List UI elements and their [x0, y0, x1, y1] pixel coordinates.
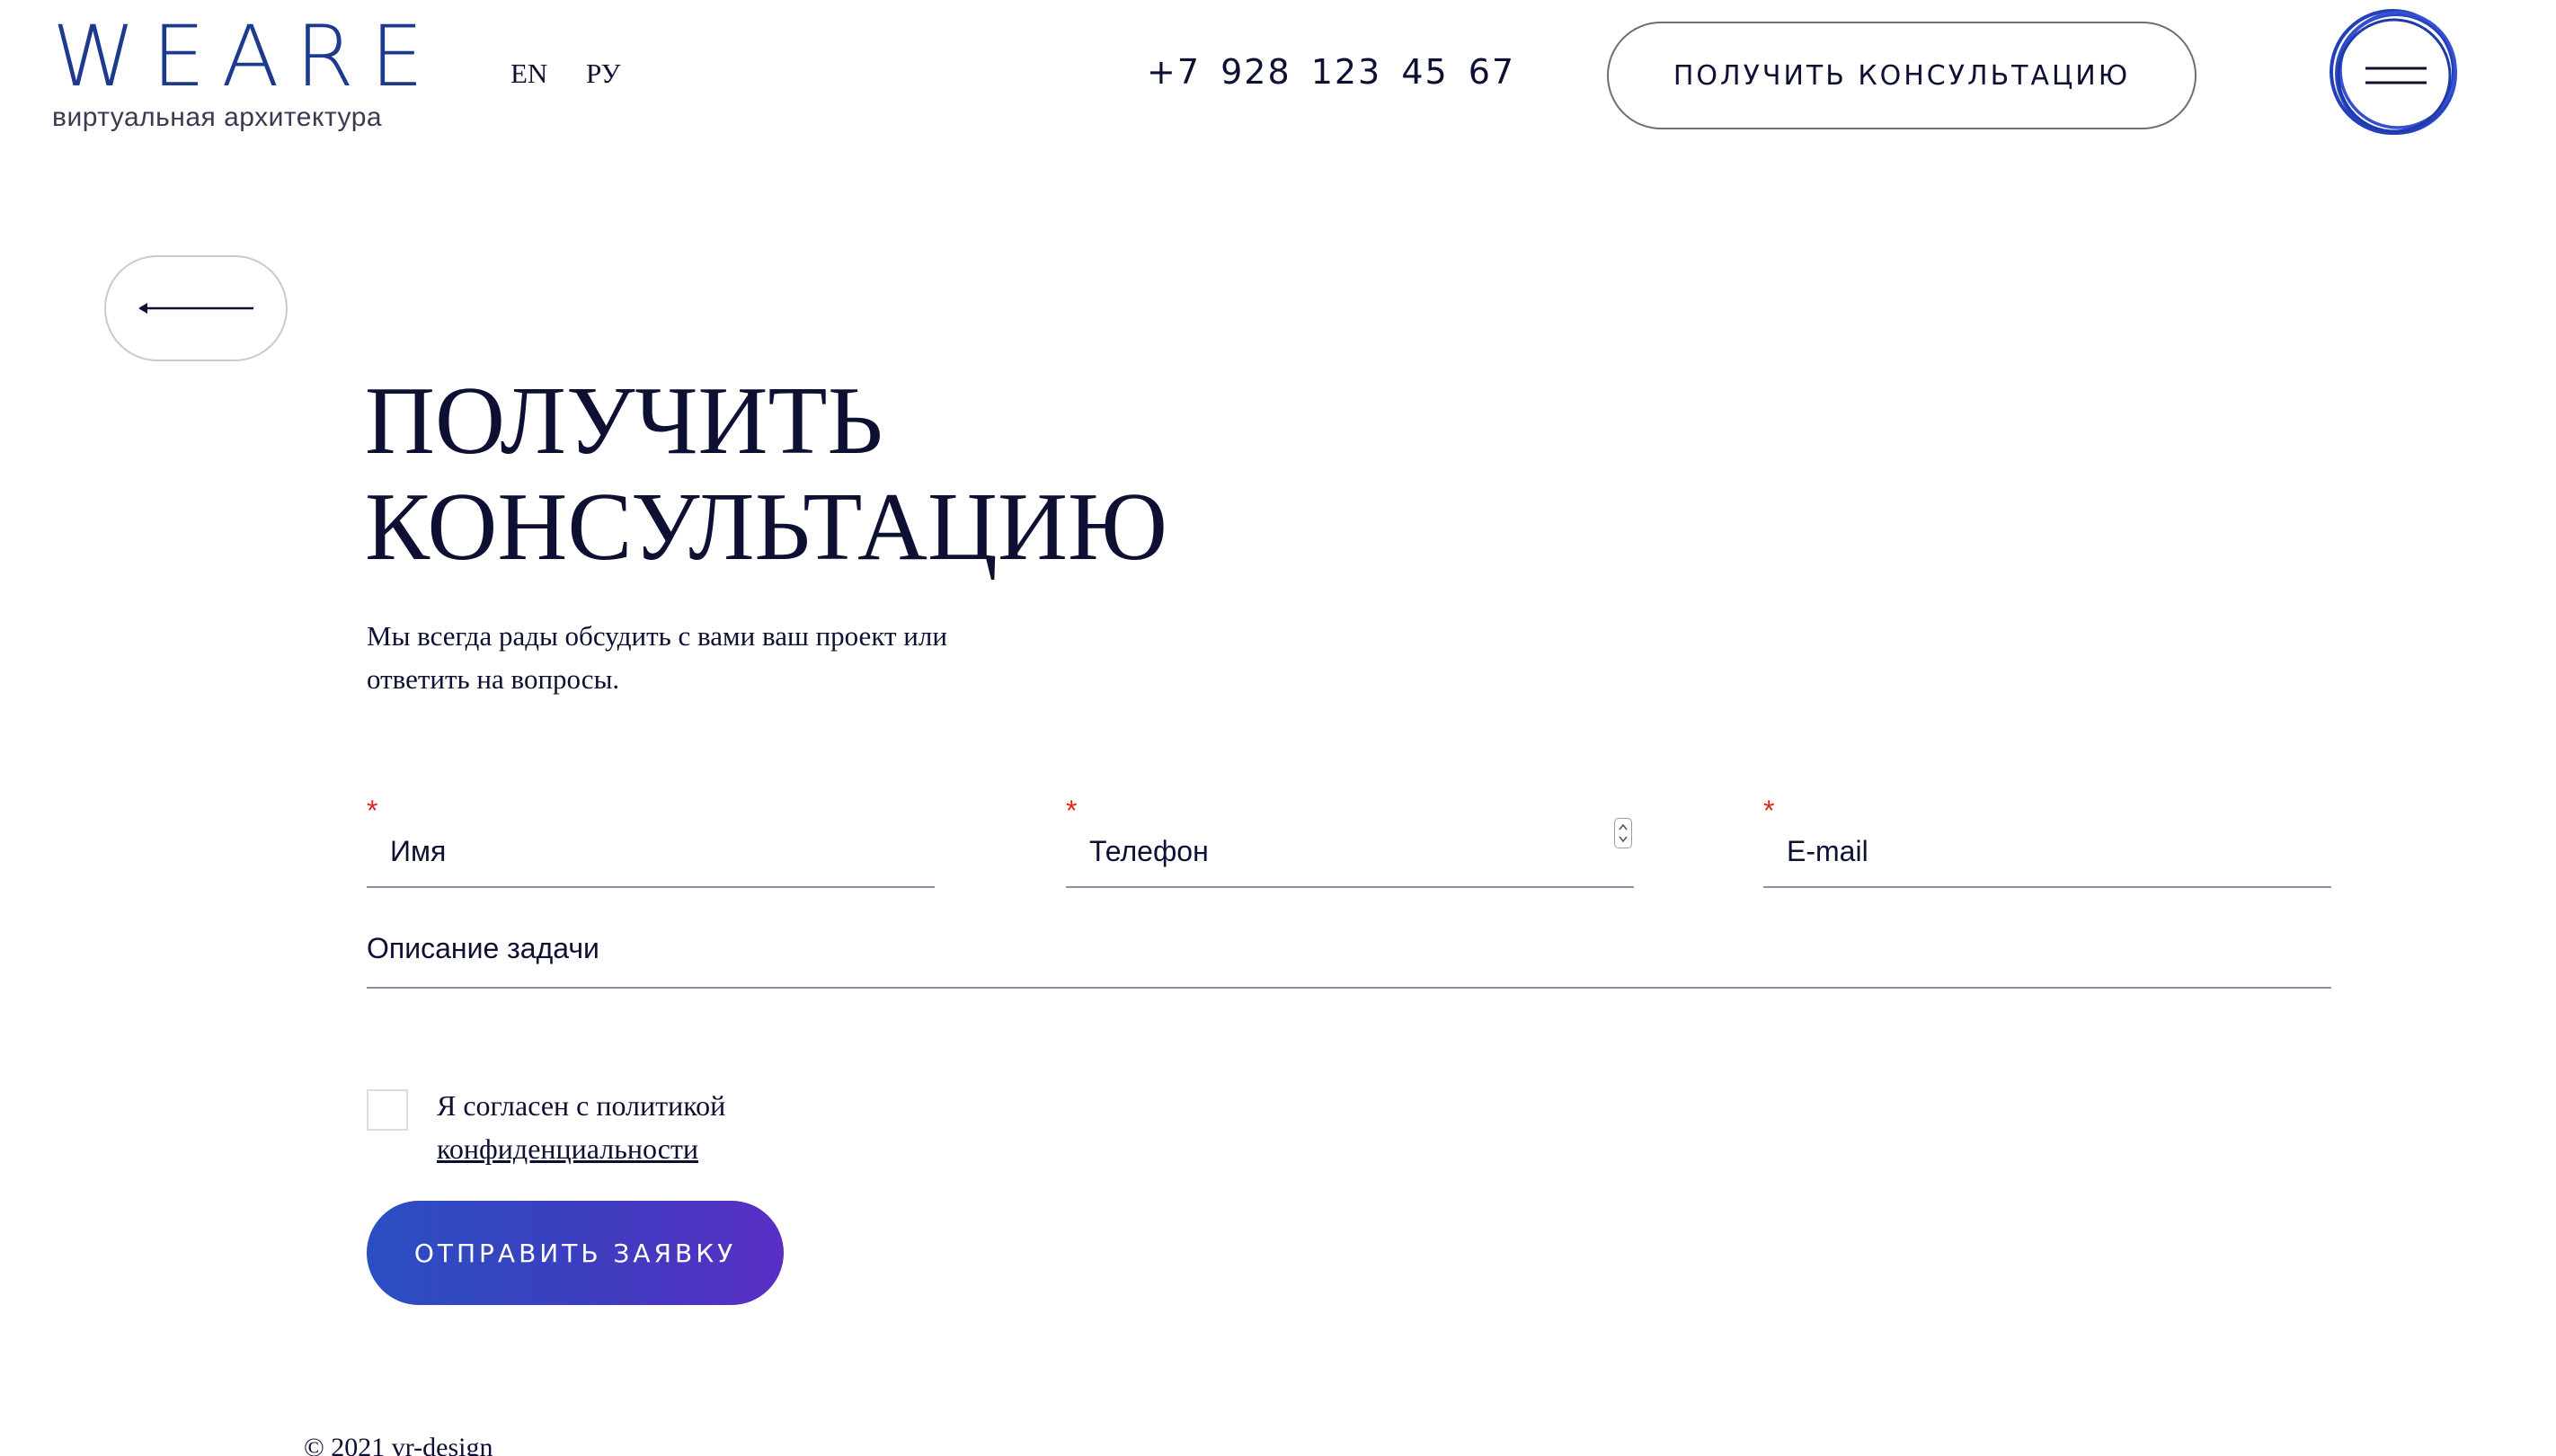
page-title-line1: ПОЛУЧИТЬ [365, 368, 883, 475]
logo-wordmark: WEARE [52, 8, 440, 106]
page-lead-text: Мы всегда рады обсудить с вами ваш проек… [367, 620, 947, 695]
description-input[interactable] [367, 893, 2331, 983]
burger-menu-icon [2330, 9, 2457, 135]
menu-button[interactable] [2326, 4, 2463, 140]
phone-input[interactable] [1066, 795, 1634, 884]
privacy-policy-link[interactable]: конфиденциальности [437, 1127, 725, 1170]
page-title-line2: КОНСУЛЬТАЦИЮ [365, 474, 1167, 581]
submit-button[interactable]: ОТПРАВИТЬ ЗАЯВКУ [367, 1201, 784, 1305]
arrow-left-icon [138, 303, 253, 314]
logo[interactable]: WEARE виртуальная архитектура [52, 8, 448, 133]
name-field: * [367, 795, 935, 888]
lang-ru-link[interactable]: РУ [586, 58, 620, 90]
back-button[interactable] [104, 255, 288, 361]
consent-label: Я согласен с политикой конфиденциальност… [437, 1084, 725, 1170]
name-input[interactable] [367, 795, 935, 884]
logo-tagline: виртуальная архитектура [52, 102, 383, 132]
email-field: * [1763, 795, 2331, 888]
footer-copyright: © 2021 vr-design [304, 1433, 493, 1456]
lang-en-link[interactable]: EN [510, 58, 547, 90]
description-field [367, 893, 2331, 989]
consent-text: Я согласен с политикой [437, 1089, 726, 1122]
page-title: ПОЛУЧИТЬ КОНСУЛЬТАЦИЮ [365, 368, 1167, 581]
email-input[interactable] [1763, 795, 2331, 884]
consent-checkbox[interactable] [367, 1089, 408, 1131]
phone-link[interactable]: +7 928 123 45 67 [1147, 52, 1515, 92]
number-spinner[interactable] [1614, 818, 1632, 848]
get-consultation-button[interactable]: ПОЛУЧИТЬ КОНСУЛЬТАЦИЮ [1607, 22, 2197, 129]
phone-field: * [1066, 795, 1634, 888]
spinner-arrows-icon [1618, 823, 1628, 842]
